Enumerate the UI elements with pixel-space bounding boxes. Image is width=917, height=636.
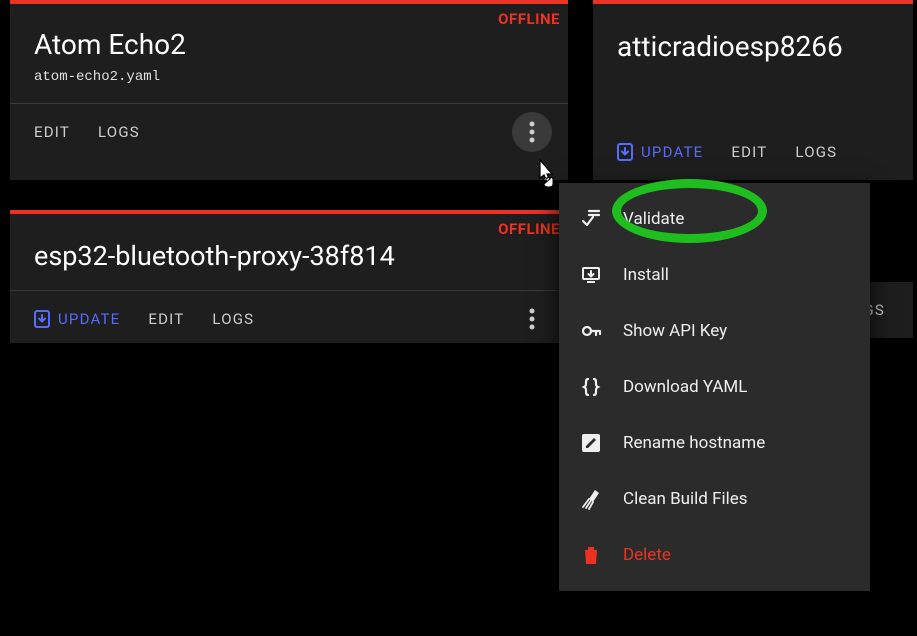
braces-icon xyxy=(579,375,623,399)
update-button[interactable]: UPDATE xyxy=(34,310,120,328)
install-icon xyxy=(579,263,623,287)
menu-item-label: Install xyxy=(623,265,669,285)
overflow-menu: Validate Install Show API Key Download Y… xyxy=(559,183,870,591)
download-icon xyxy=(617,143,633,161)
card-title: atticradioesp8266 xyxy=(593,4,913,81)
overflow-menu-button[interactable] xyxy=(512,299,552,339)
broom-icon xyxy=(579,487,623,511)
logs-button[interactable]: LOGS xyxy=(795,143,837,161)
menu-item-rename-hostname[interactable]: Rename hostname xyxy=(559,415,870,471)
menu-item-install[interactable]: Install xyxy=(559,247,870,303)
card-actions: UPDATE EDIT LOGS xyxy=(10,291,568,347)
dots-vertical-icon xyxy=(529,308,535,330)
menu-item-label: Rename hostname xyxy=(623,433,765,453)
device-card-atom-echo2: OFFLINE Atom Echo2 atom-echo2.yaml EDIT … xyxy=(10,0,568,180)
edit-icon xyxy=(579,431,623,455)
logs-button[interactable]: LOGS xyxy=(98,123,140,141)
card-filename: atom-echo2.yaml xyxy=(10,69,568,103)
card-title: esp32-bluetooth-proxy-38f814 xyxy=(10,214,568,290)
dots-vertical-icon xyxy=(529,121,535,143)
card-actions: EDIT LOGS xyxy=(10,104,568,160)
menu-item-label: Download YAML xyxy=(623,377,747,397)
update-label: UPDATE xyxy=(641,143,703,161)
menu-item-show-api-key[interactable]: Show API Key xyxy=(559,303,870,359)
status-badge-offline: OFFLINE xyxy=(498,10,560,28)
logs-button[interactable]: LOGS xyxy=(212,310,254,328)
menu-item-validate[interactable]: Validate xyxy=(559,191,870,247)
overflow-menu-button[interactable] xyxy=(512,112,552,152)
menu-item-label: Delete xyxy=(623,545,671,565)
status-badge-offline: OFFLINE xyxy=(498,220,560,238)
menu-item-delete[interactable]: Delete xyxy=(559,527,870,583)
menu-item-label: Clean Build Files xyxy=(623,489,748,509)
menu-item-label: Validate xyxy=(623,209,684,229)
card-actions: UPDATE EDIT LOGS xyxy=(593,124,913,180)
device-card-esp32-bluetooth-proxy: OFFLINE esp32-bluetooth-proxy-38f814 UPD… xyxy=(10,210,568,343)
update-button[interactable]: UPDATE xyxy=(617,143,703,161)
edit-button[interactable]: EDIT xyxy=(148,310,184,328)
download-icon xyxy=(34,310,50,328)
key-icon xyxy=(579,319,623,343)
card-title: Atom Echo2 xyxy=(10,4,568,69)
edit-button[interactable]: EDIT xyxy=(34,123,70,141)
update-label: UPDATE xyxy=(58,310,120,328)
trash-icon xyxy=(579,543,623,567)
validate-icon xyxy=(579,207,623,231)
menu-item-clean-build-files[interactable]: Clean Build Files xyxy=(559,471,870,527)
edit-button[interactable]: EDIT xyxy=(731,143,767,161)
menu-item-download-yaml[interactable]: Download YAML xyxy=(559,359,870,415)
menu-item-label: Show API Key xyxy=(623,321,727,341)
